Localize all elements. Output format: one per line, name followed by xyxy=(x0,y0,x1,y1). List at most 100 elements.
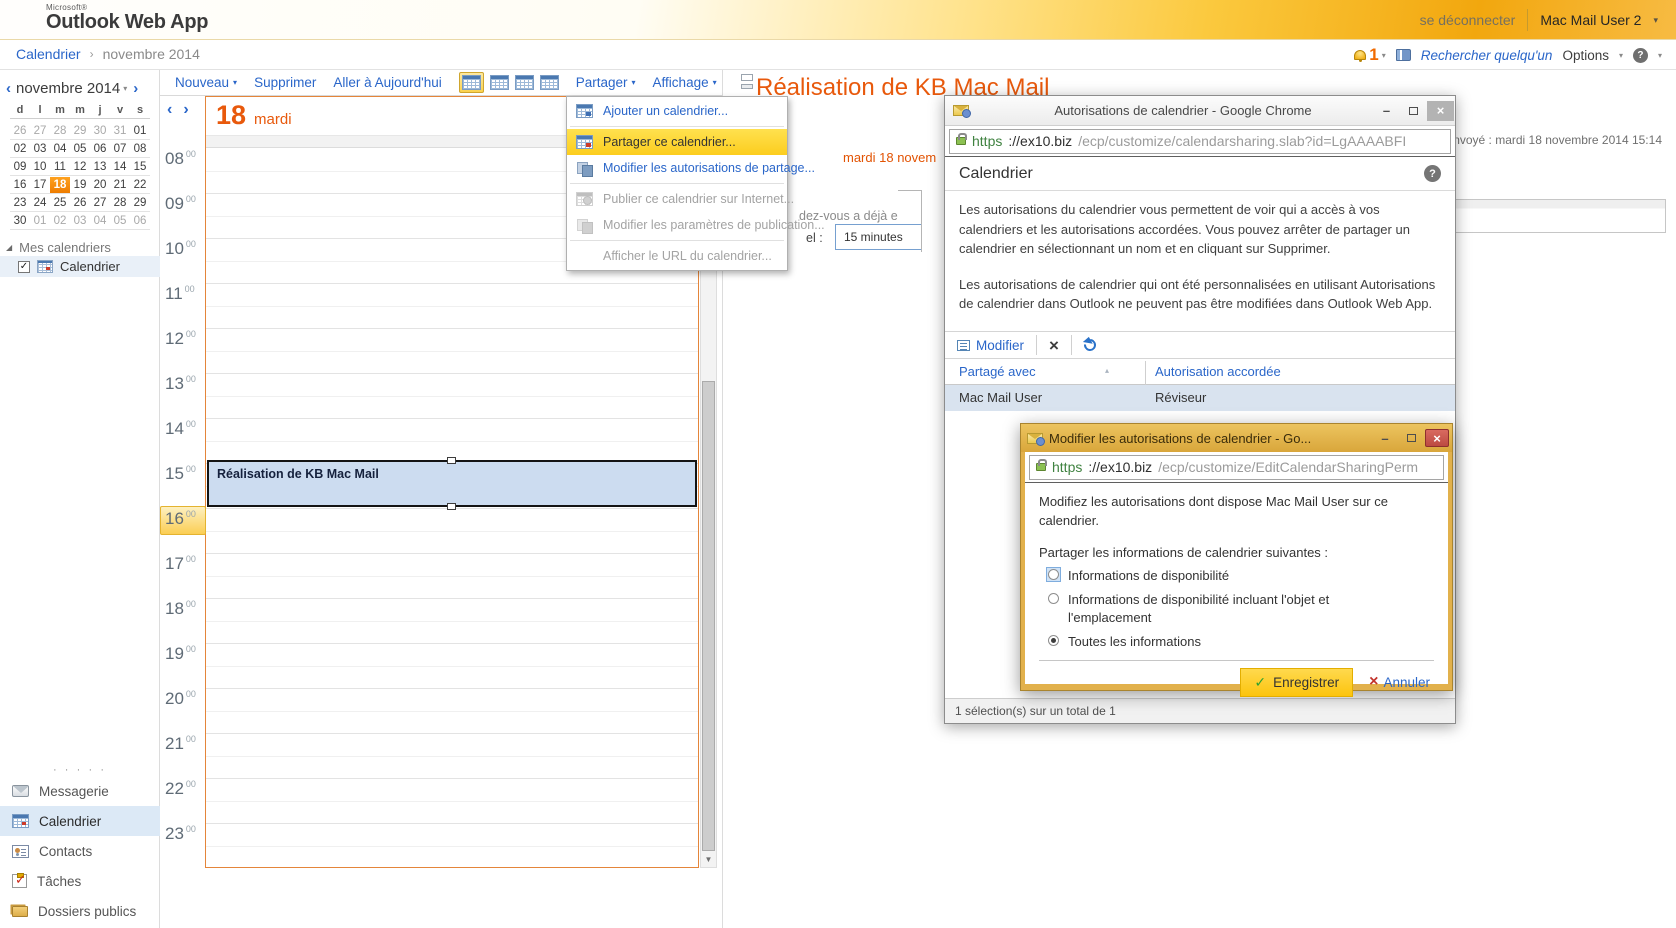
mini-calendar-day[interactable]: 15 xyxy=(130,159,150,175)
table-row[interactable]: Mac Mail User Réviseur xyxy=(945,385,1455,411)
hour-slot[interactable] xyxy=(206,779,698,824)
mini-calendar-prev-button[interactable]: ‹ xyxy=(6,80,11,97)
mini-calendar-day[interactable]: 31 xyxy=(110,123,130,139)
help-icon[interactable]: ? xyxy=(1424,165,1441,182)
modify-button[interactable]: Modifier xyxy=(976,338,1024,353)
mini-calendar-day[interactable]: 19 xyxy=(70,177,90,193)
event-resize-handle-bottom[interactable] xyxy=(447,503,456,510)
chevron-down-icon[interactable]: ▾ xyxy=(1658,51,1662,60)
hour-slot[interactable] xyxy=(206,284,698,329)
mini-calendar-day[interactable]: 18 xyxy=(50,177,70,193)
mini-calendar-day[interactable]: 22 xyxy=(130,177,150,193)
close-button[interactable]: × xyxy=(1425,429,1449,447)
share-menu-item-1[interactable]: Partager ce calendrier... xyxy=(567,129,787,155)
mini-calendar-day[interactable]: 14 xyxy=(110,159,130,175)
month-view-icon[interactable] xyxy=(540,75,559,90)
sign-out-link[interactable]: se déconnecter xyxy=(1420,12,1516,28)
mini-calendar-day[interactable]: 01 xyxy=(30,213,50,229)
mini-calendar-day[interactable]: 06 xyxy=(90,141,110,157)
mini-calendar-day[interactable]: 27 xyxy=(90,195,110,211)
mini-calendar-day[interactable]: 06 xyxy=(130,213,150,229)
view-menu-button[interactable]: Affichage ▾ xyxy=(653,75,717,90)
expand-icon[interactable]: ◢ xyxy=(6,243,12,252)
sidebar-item-1[interactable]: Calendrier xyxy=(0,806,160,836)
go-to-today-button[interactable]: Aller à Aujourd'hui xyxy=(333,75,441,90)
window-titlebar[interactable]: Autorisations de calendrier - Google Chr… xyxy=(945,96,1455,126)
mini-calendar-day[interactable]: 28 xyxy=(110,195,130,211)
mini-calendar-day[interactable]: 05 xyxy=(110,213,130,229)
scrollbar-down-button[interactable]: ▼ xyxy=(701,852,716,867)
mini-calendar-day[interactable]: 25 xyxy=(50,195,70,211)
breadcrumb-calendar-link[interactable]: Calendrier xyxy=(16,46,81,62)
appointment-field[interactable] xyxy=(1455,199,1666,233)
mini-calendar-next-button[interactable]: › xyxy=(133,80,138,97)
hour-slot[interactable] xyxy=(206,599,698,644)
mini-calendar-day[interactable]: 04 xyxy=(50,141,70,157)
mini-calendar-day[interactable]: 27 xyxy=(30,123,50,139)
hour-slot[interactable] xyxy=(206,554,698,599)
mini-calendar-day[interactable]: 28 xyxy=(50,123,70,139)
hour-slot[interactable] xyxy=(206,329,698,374)
mini-calendar-day[interactable]: 30 xyxy=(10,213,30,229)
current-user-menu[interactable]: Mac Mail User 2 xyxy=(1540,12,1641,28)
mini-calendar-day[interactable]: 04 xyxy=(90,213,110,229)
mini-calendar-day[interactable]: 26 xyxy=(70,195,90,211)
column-shared-with[interactable]: Partagé avec xyxy=(959,364,1036,379)
delete-button[interactable]: Supprimer xyxy=(254,75,316,90)
reminders-button[interactable]: 1 ▾ xyxy=(1354,45,1385,65)
new-button[interactable]: Nouveau ▾ xyxy=(175,75,237,90)
mini-calendar-day[interactable]: 21 xyxy=(110,177,130,193)
column-permission[interactable]: Autorisation accordée xyxy=(1155,364,1281,379)
share-option-0[interactable]: Informations de disponibilité xyxy=(1046,567,1434,585)
radio-button[interactable] xyxy=(1048,635,1059,646)
mini-calendar-day[interactable]: 24 xyxy=(30,195,50,211)
hour-slot[interactable] xyxy=(206,734,698,779)
sidebar-item-0[interactable]: Messagerie xyxy=(0,776,160,806)
mini-calendar-day[interactable]: 02 xyxy=(10,141,30,157)
find-someone-link[interactable]: Rechercher quelqu'un xyxy=(1421,48,1553,63)
calendar-event[interactable]: Réalisation de KB Mac Mail xyxy=(207,460,697,507)
sidebar-item-3[interactable]: Tâches xyxy=(0,866,160,896)
minimize-button[interactable]: – xyxy=(1373,101,1400,121)
mini-calendar-day[interactable]: 17 xyxy=(30,177,50,193)
mini-calendar-day[interactable]: 13 xyxy=(90,159,110,175)
sidebar-item-2[interactable]: Contacts xyxy=(0,836,160,866)
mini-calendar-day[interactable]: 30 xyxy=(90,123,110,139)
url-field[interactable]: https://ex10.biz/ecp/customize/EditCalen… xyxy=(1029,455,1444,480)
mini-calendar-day[interactable]: 07 xyxy=(110,141,130,157)
hour-slot[interactable] xyxy=(206,509,698,554)
chevron-down-icon[interactable]: ▾ xyxy=(1653,15,1658,26)
chevron-down-icon[interactable]: ▾ xyxy=(1382,51,1386,60)
nav-resize-handle[interactable]: · · · · · xyxy=(0,764,160,776)
mini-calendar-day[interactable]: 11 xyxy=(50,159,70,175)
mini-calendar-day[interactable]: 02 xyxy=(50,213,70,229)
mini-calendar-day[interactable]: 23 xyxy=(10,195,30,211)
mini-calendar-day[interactable]: 09 xyxy=(10,159,30,175)
minimize-button[interactable]: – xyxy=(1373,429,1397,447)
chevron-down-icon[interactable]: ▾ xyxy=(1619,51,1623,60)
share-menu-item-0[interactable]: Ajouter un calendrier... xyxy=(567,98,787,124)
mini-calendar-day[interactable]: 12 xyxy=(70,159,90,175)
scrollbar-thumb[interactable] xyxy=(702,381,715,851)
week-view-icon[interactable] xyxy=(515,75,534,90)
hour-slot[interactable] xyxy=(206,824,698,868)
chevron-down-icon[interactable]: ▾ xyxy=(123,84,127,93)
hour-slot[interactable] xyxy=(206,374,698,419)
mini-calendar-day[interactable]: 08 xyxy=(130,141,150,157)
maximize-button[interactable] xyxy=(1400,101,1427,121)
save-button[interactable]: ✓ Enregistrer xyxy=(1240,668,1353,697)
mini-calendar-day[interactable]: 26 xyxy=(10,123,30,139)
mini-calendar-day[interactable]: 16 xyxy=(10,177,30,193)
cancel-button[interactable]: × Annuler xyxy=(1369,673,1430,691)
previous-day-button[interactable]: ‹ xyxy=(167,101,172,119)
work-week-view-icon[interactable] xyxy=(490,75,509,90)
next-day-button[interactable]: › xyxy=(183,101,188,119)
mini-calendar-day[interactable]: 01 xyxy=(130,123,150,139)
mini-calendar-day[interactable]: 05 xyxy=(70,141,90,157)
event-resize-handle-top[interactable] xyxy=(447,457,456,464)
calendar-list-item[interactable]: ✓ Calendrier xyxy=(0,256,160,277)
mini-calendar-day[interactable]: 03 xyxy=(70,213,90,229)
share-menu-item-2[interactable]: Modifier les autorisations de partage... xyxy=(567,155,787,181)
radio-button[interactable] xyxy=(1048,569,1059,580)
radio-button[interactable] xyxy=(1048,593,1059,604)
